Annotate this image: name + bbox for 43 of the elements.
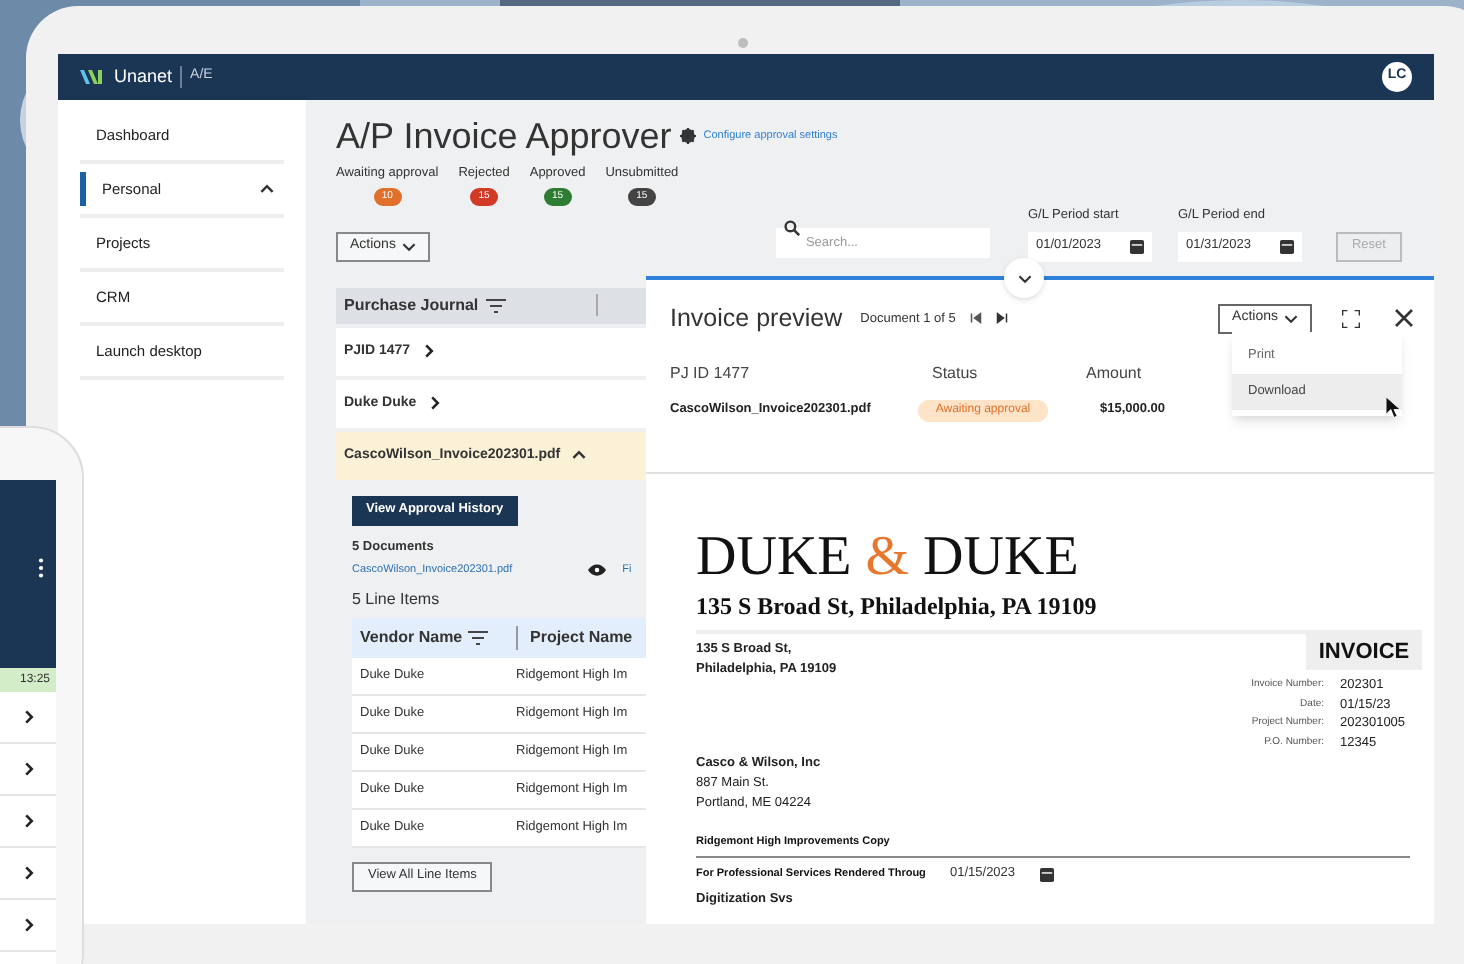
chevron-up-icon <box>572 448 587 463</box>
chevron-down-icon <box>1017 271 1031 285</box>
camera-icon <box>738 38 748 48</box>
column-header: Project Name <box>530 625 633 650</box>
fullscreen-icon[interactable] <box>1342 309 1360 328</box>
eye-icon[interactable] <box>588 563 607 576</box>
panel-title: Invoice preview <box>670 302 843 336</box>
filter-icon[interactable] <box>486 297 507 314</box>
collapse-button[interactable] <box>1004 258 1044 298</box>
calendar-icon <box>1279 238 1294 255</box>
logo-icon <box>80 68 108 86</box>
chevron-up-icon[interactable] <box>260 182 274 196</box>
chevron-right-icon[interactable] <box>22 918 36 932</box>
page-title: A/P Invoice Approver <box>336 118 672 154</box>
filter-icon[interactable] <box>468 629 489 646</box>
logo-text: DUKE <box>923 529 1079 586</box>
column-header: PJ ID 1477 <box>670 361 752 386</box>
table-header: Purchase Journal <box>336 287 646 324</box>
chevron-right-icon[interactable] <box>22 762 36 776</box>
column-header: Vendor Name <box>360 625 463 650</box>
chevron-right-icon[interactable] <box>22 866 36 880</box>
settings-icon <box>679 128 696 144</box>
chevron-right-icon <box>422 344 437 359</box>
last-page-icon[interactable] <box>995 312 1008 325</box>
line-items-title: 5 Line Items <box>352 587 440 612</box>
chevron-right-icon <box>428 396 443 411</box>
chevron-right-icon[interactable] <box>22 814 36 828</box>
search-icon <box>783 220 800 237</box>
chevron-down-icon <box>1284 311 1298 326</box>
chevron-right-icon[interactable] <box>22 710 36 724</box>
logo-text: & <box>865 529 910 586</box>
first-page-icon[interactable] <box>969 312 982 325</box>
brand-name: Unanet <box>114 63 173 90</box>
calendar-icon <box>1129 238 1144 255</box>
column-header: Amount <box>1086 361 1142 386</box>
logo-text: DUKE <box>696 529 852 586</box>
close-icon[interactable] <box>1394 308 1414 329</box>
invoice-title: INVOICE <box>1306 633 1422 671</box>
column-header: Status <box>932 361 980 386</box>
chevron-down-icon <box>401 239 416 254</box>
calendar-icon[interactable] <box>1039 865 1054 882</box>
more-icon[interactable] <box>38 556 44 580</box>
company-address: 135 S Broad St, Philadelphia, PA 19109 <box>696 589 1097 624</box>
